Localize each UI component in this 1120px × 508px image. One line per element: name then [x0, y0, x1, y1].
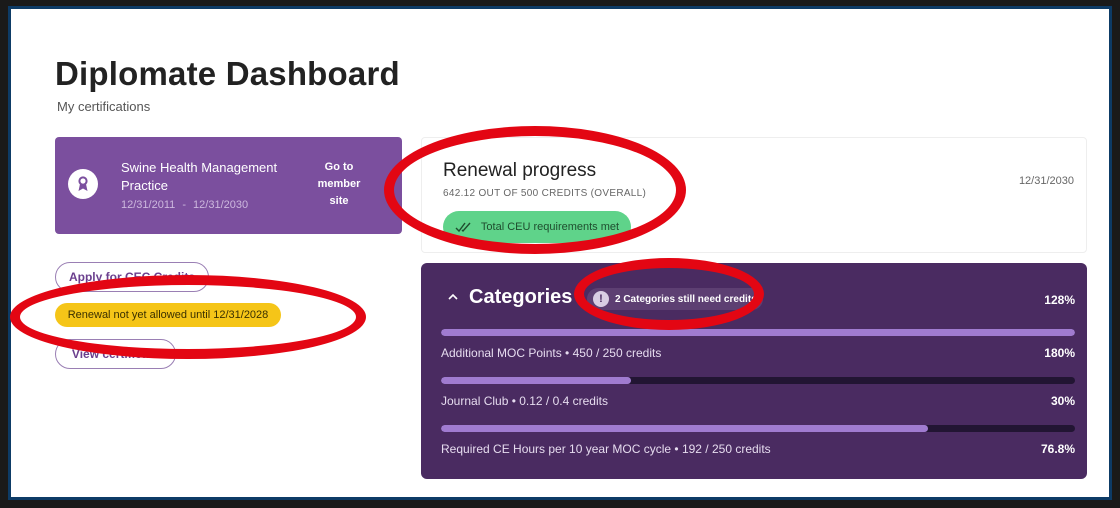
categories-alert-label: 2 Categories still need credits [615, 293, 757, 305]
certification-dates: 12/31/2011 - 12/31/2030 [121, 199, 248, 211]
view-certificate-button[interactable]: View certificate [55, 339, 176, 369]
category-label: Additional MOC Points • 450 / 250 credit… [441, 346, 662, 360]
apply-cec-credits-button[interactable]: Apply for CEC Credits [55, 262, 209, 292]
page-title: Diplomate Dashboard [55, 55, 400, 92]
certification-name: Swine Health Management Practice [121, 160, 278, 193]
double-check-icon [455, 222, 471, 233]
category-progress-track [441, 329, 1075, 336]
category-progress-fill [441, 425, 928, 432]
renewal-progress-panel: Renewal progress 642.12 OUT OF 500 CREDI… [421, 137, 1087, 253]
category-label: Journal Club • 0.12 / 0.4 credits [441, 394, 608, 408]
ceu-requirements-met-label: Total CEU requirements met [480, 221, 620, 233]
category-percent: 180% [1044, 346, 1075, 360]
certification-end-date: 12/31/2030 [193, 199, 249, 211]
category-progress-fill [441, 377, 632, 384]
category-percent: 30% [1050, 394, 1075, 408]
award-ribbon-icon-svg [78, 176, 88, 191]
chevron-up-icon[interactable] [447, 291, 459, 303]
categories-alert-badge: ! 2 Categories still need credits [587, 288, 763, 310]
exclamation-icon: ! [593, 291, 609, 307]
category-progress-fill [441, 329, 1075, 336]
renewal-title: Renewal progress [443, 160, 597, 181]
categories-total-percent: 128% [1044, 293, 1075, 307]
renewal-credits-summary: 642.12 OUT OF 500 CREDITS (OVERALL) [443, 188, 647, 199]
category-percent: 76.8% [1040, 442, 1075, 456]
renewal-date: 12/31/2030 [1018, 175, 1074, 187]
certification-start-date: 12/31/2011 [121, 199, 176, 211]
ceu-requirements-met-badge: Total CEU requirements met [443, 211, 631, 243]
award-ribbon-icon [68, 169, 98, 199]
categories-title[interactable]: Categories [469, 286, 572, 309]
screenshot-frame: Diplomate Dashboard My certifications Sw… [0, 0, 1120, 508]
page-subtitle: My certifications [57, 99, 151, 114]
categories-panel: Categories ! 2 Categories still need cre… [421, 263, 1087, 479]
category-label: Required CE Hours per 10 year MOC cycle … [441, 442, 771, 456]
renewal-not-allowed-badge: Renewal not yet allowed until 12/31/2028 [55, 303, 281, 327]
category-progress-track [441, 377, 1075, 384]
certification-card[interactable]: Swine Health Management Practice 12/31/2… [55, 137, 402, 234]
dashboard-page: Diplomate Dashboard My certifications Sw… [8, 6, 1112, 500]
category-progress-track [441, 425, 1075, 432]
go-to-member-site-link[interactable]: Go to member site [309, 159, 369, 210]
date-separator: - [182, 199, 186, 211]
